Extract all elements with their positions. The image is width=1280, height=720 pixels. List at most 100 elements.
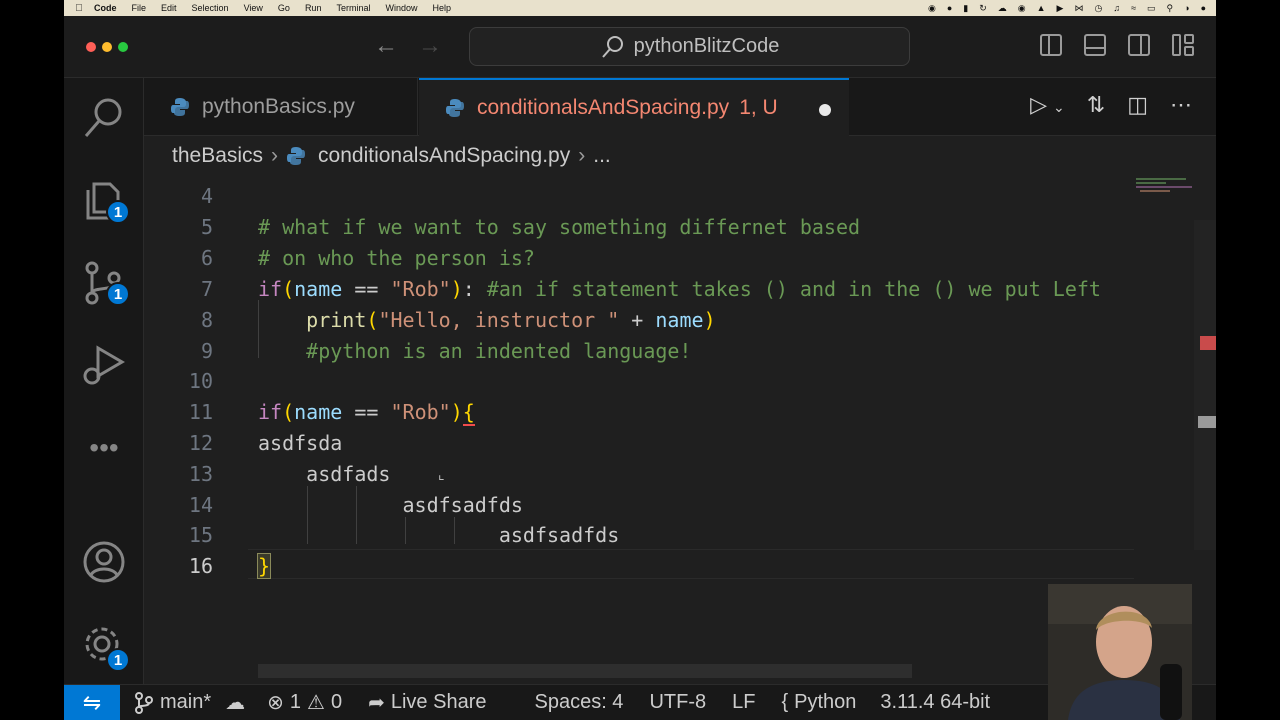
token-operator: + [619,308,656,332]
tab-python-basics[interactable]: pythonBasics.py [144,78,418,136]
minimap[interactable] [1132,176,1194,216]
braces-icon: { [781,691,789,713]
customize-layout-icon[interactable] [1172,34,1194,56]
toggle-panel-icon[interactable] [1084,34,1106,56]
breadcrumb-file[interactable]: conditionalsAndSpacing.py [318,144,570,168]
breadcrumb-more[interactable]: ... [593,144,611,168]
token-operator: == [342,277,391,301]
explorer-badge: 1 [106,200,130,224]
status-spaces[interactable]: Spaces: 4 [534,691,623,714]
cloud-upload-icon[interactable]: ☁ [225,690,245,715]
wifi-icon[interactable]: ≈ [1131,3,1136,14]
warning-icon: ⚠ [307,692,325,714]
activity-manage[interactable]: 1 [80,622,130,672]
sync-icon[interactable]: ↻ [979,3,987,14]
control-center-icon[interactable]: ◑ [1184,3,1189,14]
bluetooth-icon[interactable]: ⋈ [1074,3,1083,14]
unsaved-dot-icon[interactable] [819,104,831,116]
tab-problem-status: 1, U [739,96,778,119]
status-eol[interactable]: LF [732,691,755,714]
toggle-secondary-sidebar-icon[interactable] [1128,34,1150,56]
wd-icon[interactable]: ▮ [963,3,968,14]
cloud-icon[interactable]: ☁ [998,3,1007,14]
menu-run[interactable]: Run [305,3,322,13]
activity-explorer[interactable]: 1 [80,176,130,224]
line-number: 12 [188,431,213,455]
tab-conditionals-and-spacing[interactable]: conditionalsAndSpacing.py 1, U [419,78,849,136]
open-changes-icon[interactable]: ⇅ [1087,92,1105,118]
bird-icon[interactable]: ▲ [1037,3,1046,14]
menu-window[interactable]: Window [385,3,417,13]
command-center-label: pythonBlitzCode [633,35,780,57]
activity-source-control[interactable]: 1 [80,258,130,306]
line-number: 6 [200,246,213,270]
code-line-14: asdfsadfds [258,493,523,517]
status-language[interactable]: { Python [781,691,856,714]
line-number: 14 [188,493,213,517]
split-editor-icon[interactable]: ◫ [1127,92,1148,118]
code-line-13: asdfads [258,462,391,486]
menu-go[interactable]: Go [278,3,290,13]
more-views-icon[interactable]: ••• [80,424,128,472]
minimize-window-button[interactable] [102,42,112,52]
token-paren: ( [366,308,379,332]
line-number: 11 [188,400,213,424]
zoom-window-button[interactable] [118,42,128,52]
mic-icon[interactable]: ● [947,3,952,14]
code-line-16: } [256,553,272,579]
search-icon [84,98,122,137]
status-encoding[interactable]: UTF-8 [649,691,706,714]
time-machine-icon[interactable]: ◷ [1094,3,1102,14]
command-center-search[interactable]: pythonBlitzCode [469,27,910,66]
code-line-11: if(name == "Rob"){ [258,400,475,426]
macos-menu-bar:  Code File Edit Selection View Go Run T… [64,0,1216,16]
menu-view[interactable]: View [244,3,263,13]
activity-run-debug[interactable] [80,340,128,388]
run-python-file-icon[interactable]: ▷ ⌄ [1030,92,1065,118]
settings-badge: 1 [106,648,130,672]
token-comment: #an if statement takes () and in the () … [486,277,1101,301]
layout-controls [1040,34,1194,56]
token-string: "Hello, instructor " [378,308,620,332]
camera-icon[interactable]: ◉ [928,3,936,14]
activity-search[interactable] [80,94,128,142]
token-operator: == [342,400,391,424]
close-window-button[interactable] [86,42,96,52]
token-string: "Rob" [390,277,451,301]
status-interpreter[interactable]: 3.11.4 64-bit [880,691,990,714]
code-line-15: asdfsadfds [258,523,620,547]
line-number: 4 [200,184,213,208]
menu-file[interactable]: File [132,3,147,13]
play-icon[interactable]: ▶ [1057,3,1064,14]
activity-accounts[interactable] [80,538,128,586]
horizontal-scrollbar[interactable] [258,664,912,678]
battery-icon[interactable]: ▭ [1147,3,1156,14]
line-number: 9 [200,339,213,363]
chevron-right-icon: › [271,144,279,167]
run-debug-icon [83,345,125,385]
more-actions-icon[interactable]: ⋯ [1170,92,1192,118]
menu-app-name[interactable]: Code [94,3,117,13]
code-line-6: # on who the person is? [258,246,535,270]
menu-help[interactable]: Help [432,3,451,13]
apple-icon[interactable]:  [72,3,86,14]
menu-edit[interactable]: Edit [161,3,177,13]
token-variable: name [294,400,343,424]
siri-icon[interactable]: ● [1201,3,1206,14]
status-branch[interactable]: main* ☁ [134,690,245,715]
menu-selection[interactable]: Selection [192,3,229,13]
volume-icon[interactable]: ♫ [1113,3,1120,14]
vertical-scrollbar[interactable] [1194,220,1216,550]
status-live-share[interactable]: ➦ Live Share [368,690,486,715]
line-number: 16 [188,554,213,578]
record-icon[interactable]: ◉ [1018,3,1026,14]
toggle-primary-sidebar-icon[interactable] [1040,34,1062,56]
cursor-marker [1198,416,1216,428]
spotlight-icon[interactable]: ⚲ [1167,3,1174,14]
remote-indicator-icon[interactable]: ⇋ [64,684,120,720]
breadcrumb-folder[interactable]: theBasics [172,144,263,168]
status-problems[interactable]: ⊗ 1 ⚠ 0 [267,690,342,715]
forward-arrow-icon[interactable]: → [418,32,442,60]
menu-terminal[interactable]: Terminal [336,3,370,13]
back-arrow-icon[interactable]: ← [374,32,398,60]
